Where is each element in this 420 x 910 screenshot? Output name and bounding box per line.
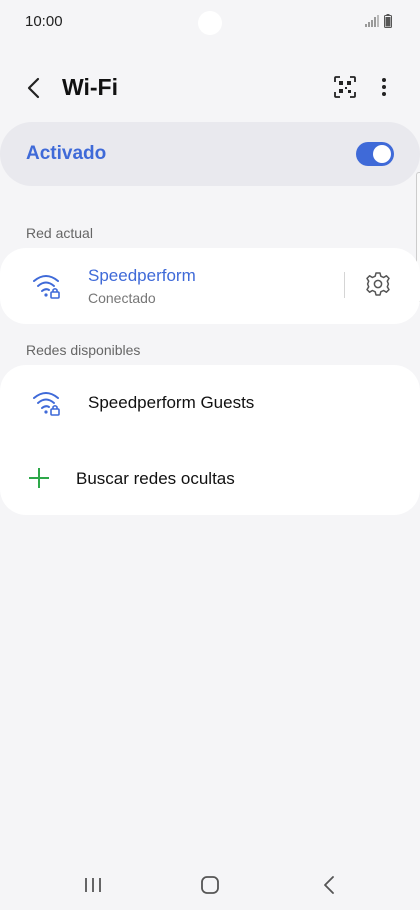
master-switch-label: Activado xyxy=(26,143,107,164)
find-hidden-networks-button[interactable]: Buscar redes ocultas xyxy=(76,469,235,489)
status-time: 10:00 xyxy=(25,13,63,30)
qr-code-icon[interactable] xyxy=(332,74,358,100)
wifi-locked-icon xyxy=(33,392,60,416)
network-name: Speedperform Guests xyxy=(88,393,255,412)
battery-icon xyxy=(384,14,392,28)
gear-icon[interactable] xyxy=(364,270,392,298)
divider xyxy=(344,272,345,298)
navigation-bar xyxy=(0,862,420,910)
wifi-toggle[interactable] xyxy=(356,142,394,166)
available-networks-card: Speedperform Guests xyxy=(0,365,420,515)
network-list-item[interactable]: Speedperform Guests xyxy=(0,365,420,441)
available-networks-section-label: Redes disponibles xyxy=(26,342,141,358)
current-network-card[interactable]: Speedperform Conectado xyxy=(0,248,420,324)
recent-apps-icon[interactable] xyxy=(80,874,106,896)
current-network-status: Conectado xyxy=(88,290,156,306)
app-header: Wi-Fi xyxy=(0,64,420,112)
back-arrow-icon[interactable] xyxy=(20,74,48,102)
signal-icon xyxy=(365,15,379,27)
status-icons xyxy=(365,14,392,28)
toggle-knob xyxy=(373,145,391,163)
current-network-section-label: Red actual xyxy=(26,225,93,241)
nav-back-icon[interactable] xyxy=(316,874,342,896)
current-network-name: Speedperform xyxy=(88,266,196,285)
more-options-icon[interactable] xyxy=(372,74,396,100)
wifi-locked-icon xyxy=(33,275,60,299)
plus-icon xyxy=(29,468,49,488)
page-title: Wi-Fi xyxy=(62,74,118,100)
wifi-master-switch[interactable]: Activado xyxy=(0,122,420,186)
home-icon[interactable] xyxy=(197,874,223,896)
camera-cutout xyxy=(198,11,222,35)
status-bar: 10:00 xyxy=(0,0,420,44)
